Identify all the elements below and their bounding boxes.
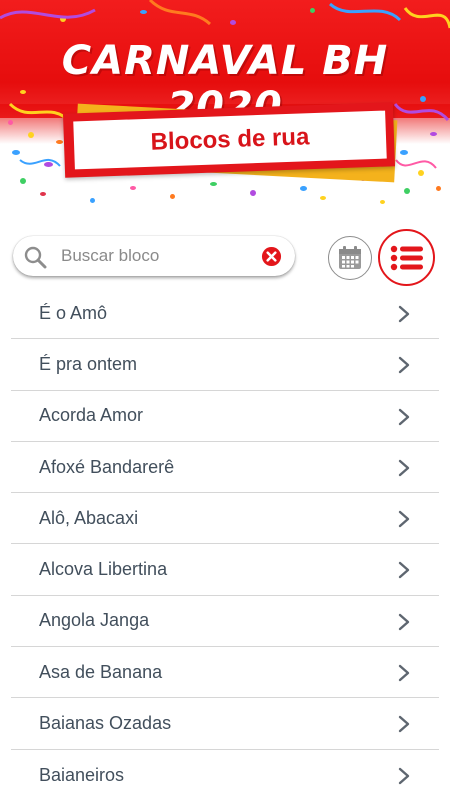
list-item[interactable]: É o Amô bbox=[11, 288, 439, 340]
search-input[interactable] bbox=[61, 242, 257, 270]
chevron-right-icon bbox=[398, 305, 410, 323]
list-item-label: Baianas Ozadas bbox=[39, 713, 172, 734]
chevron-right-icon bbox=[398, 510, 410, 528]
list-item[interactable]: É pra ontem bbox=[11, 339, 439, 391]
list-icon bbox=[390, 245, 423, 270]
blocos-list: É o Amô É pra ontem Acorda Amor Afoxé Ba… bbox=[11, 288, 439, 800]
list-item-label: Afoxé Bandarerê bbox=[39, 456, 175, 477]
page-subtitle: Blocos de rua bbox=[150, 123, 310, 156]
search-icon bbox=[24, 246, 47, 269]
list-item[interactable]: Angola Janga bbox=[11, 596, 439, 648]
list-item[interactable]: Asa de Banana bbox=[11, 647, 439, 699]
list-item[interactable]: Alô, Abacaxi bbox=[11, 493, 439, 545]
chevron-right-icon bbox=[398, 408, 410, 425]
chevron-right-icon bbox=[398, 562, 410, 579]
list-item-label: Alô, Abacaxi bbox=[39, 507, 139, 528]
list-item[interactable]: Acorda Amor bbox=[11, 391, 439, 442]
calendar-view-button[interactable] bbox=[328, 236, 372, 280]
search-box[interactable] bbox=[13, 236, 295, 276]
header-banner: CARNAVAL BH 2020 Blocos de rua bbox=[0, 0, 450, 210]
chevron-right-icon bbox=[398, 357, 410, 374]
list-item[interactable]: Afoxé Bandarerê bbox=[11, 442, 439, 494]
list-item-label: Baianeiros bbox=[39, 764, 125, 785]
chevron-right-icon bbox=[398, 613, 410, 630]
list-item-label: Acorda Amor bbox=[39, 405, 144, 426]
clear-icon[interactable] bbox=[261, 246, 282, 267]
chevron-right-icon bbox=[398, 664, 410, 682]
list-item[interactable]: Baianeiros bbox=[11, 750, 439, 800]
list-item-label: Angola Janga bbox=[39, 610, 150, 631]
list-view-button[interactable] bbox=[378, 229, 435, 286]
list-item-label: Asa de Banana bbox=[39, 661, 163, 682]
list-item-label: É pra ontem bbox=[39, 353, 138, 374]
list-item[interactable]: Alcova Libertina bbox=[11, 544, 439, 596]
list-item-label: É o Amô bbox=[39, 302, 108, 323]
chevron-right-icon bbox=[398, 716, 410, 733]
chevron-right-icon bbox=[398, 767, 410, 784]
calendar-icon bbox=[339, 246, 361, 269]
list-item-label: Alcova Libertina bbox=[39, 559, 168, 580]
list-item[interactable]: Baianas Ozadas bbox=[11, 698, 439, 750]
chevron-right-icon bbox=[398, 459, 410, 477]
